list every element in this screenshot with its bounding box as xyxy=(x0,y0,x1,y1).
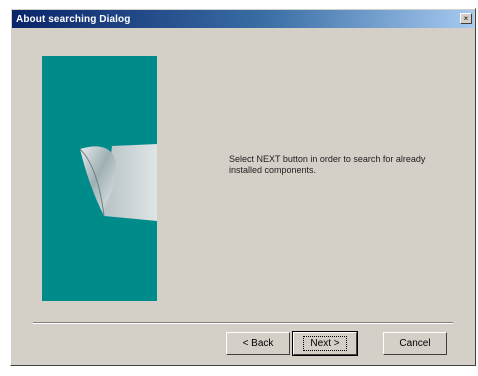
next-button-label: Next > xyxy=(303,336,347,351)
window-title: About searching Dialog xyxy=(16,13,131,25)
title-bar[interactable]: About searching Dialog × xyxy=(12,10,474,28)
cancel-button[interactable]: Cancel xyxy=(383,332,447,355)
wizard-dialog: About searching Dialog × Select NEXT but… xyxy=(10,8,476,366)
wizard-side-panel xyxy=(42,56,157,301)
back-button[interactable]: < Back xyxy=(226,332,290,355)
separator xyxy=(33,322,453,324)
close-button[interactable]: × xyxy=(460,13,472,24)
instruction-text: Select NEXT button in order to search fo… xyxy=(229,154,426,175)
page-curl-icon xyxy=(79,144,157,221)
next-button[interactable]: Next > xyxy=(292,331,358,356)
